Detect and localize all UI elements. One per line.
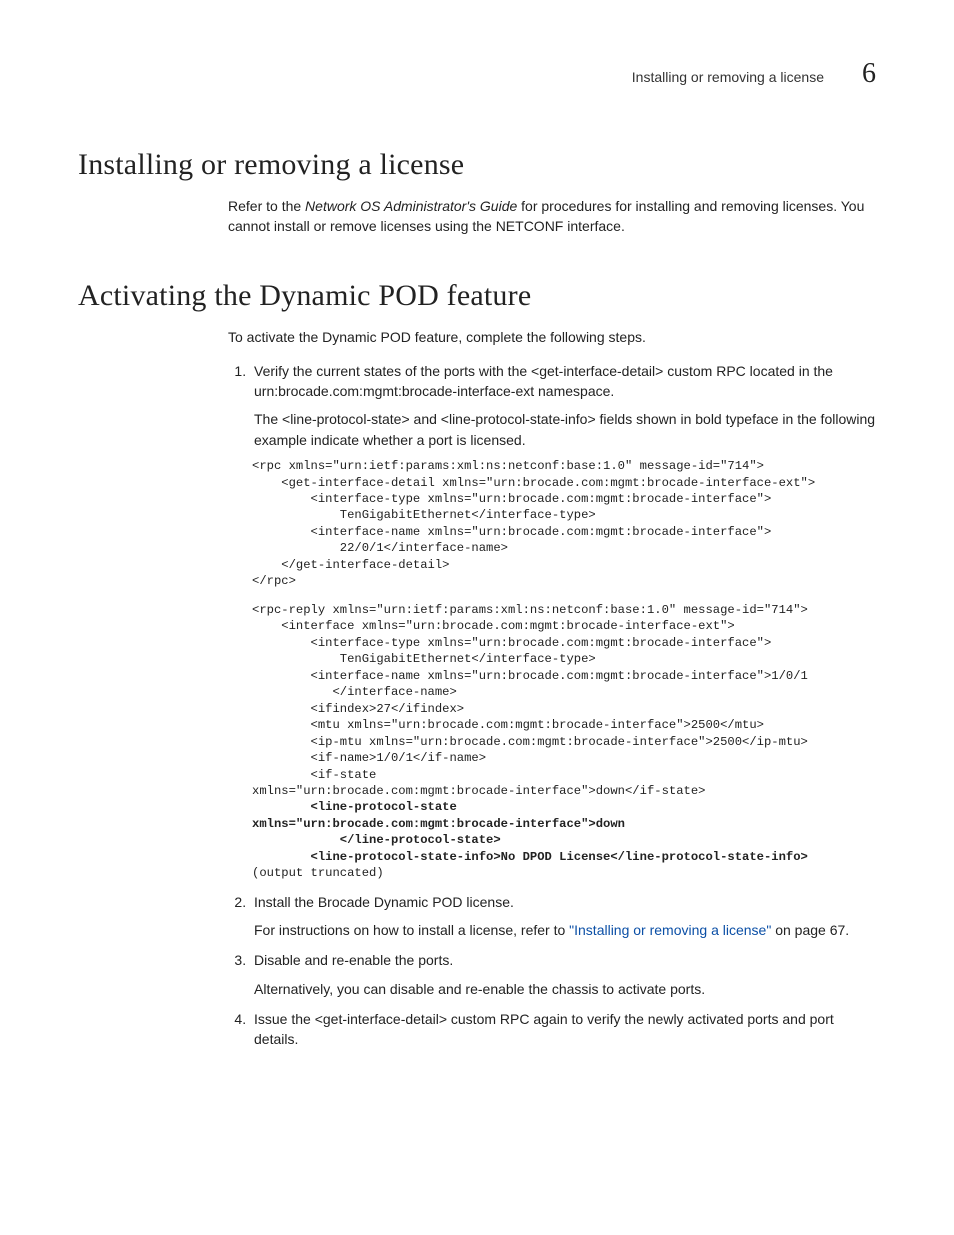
text: on page 67. — [771, 922, 849, 938]
chapter-number: 6 — [862, 58, 876, 90]
emphasis-guide-title: Network OS Administrator's Guide — [305, 198, 517, 214]
step-4: Issue the <get-interface-detail> custom … — [250, 1009, 876, 1050]
step-1: Verify the current states of the ports w… — [250, 361, 876, 882]
step-3: Disable and re-enable the ports. Alterna… — [250, 950, 876, 999]
step1-text: Verify the current states of the ports w… — [254, 363, 833, 399]
step3-text: Disable and re-enable the ports. — [254, 952, 453, 968]
step2-text: Install the Brocade Dynamic POD license. — [254, 894, 514, 910]
text: For instructions on how to install a lic… — [254, 922, 569, 938]
running-title: Installing or removing a license — [632, 69, 824, 85]
link-installing-license[interactable]: "Installing or removing a license" — [569, 922, 771, 938]
section2-body: To activate the Dynamic POD feature, com… — [228, 327, 876, 1050]
heading-installing: Installing or removing a license — [78, 148, 876, 182]
code-plain: <rpc-reply xmlns="urn:ietf:params:xml:ns… — [252, 603, 808, 798]
text: Refer to the — [228, 198, 305, 214]
section1-body: Refer to the Network OS Administrator's … — [228, 196, 876, 237]
code-truncated: (output truncated) — [252, 866, 384, 880]
code-rpc-request: <rpc xmlns="urn:ietf:params:xml:ns:netco… — [252, 458, 876, 590]
step1-note: The <line-protocol-state> and <line-prot… — [254, 409, 876, 450]
running-header: Installing or removing a license 6 — [78, 58, 876, 90]
step-2: Install the Brocade Dynamic POD license.… — [250, 892, 876, 941]
step2-instructions: For instructions on how to install a lic… — [254, 920, 876, 940]
section2-intro: To activate the Dynamic POD feature, com… — [228, 327, 876, 347]
heading-activating: Activating the Dynamic POD feature — [78, 279, 876, 313]
code-rpc-reply: <rpc-reply xmlns="urn:ietf:params:xml:ns… — [252, 602, 876, 882]
step4-text: Issue the <get-interface-detail> custom … — [254, 1011, 834, 1047]
section1-para: Refer to the Network OS Administrator's … — [228, 196, 876, 237]
page: Installing or removing a license 6 Insta… — [0, 0, 954, 1235]
steps-list: Verify the current states of the ports w… — [228, 361, 876, 1050]
step3-alt: Alternatively, you can disable and re-en… — [254, 979, 876, 999]
code-bold: <line-protocol-state xmlns="urn:brocade.… — [252, 800, 808, 863]
